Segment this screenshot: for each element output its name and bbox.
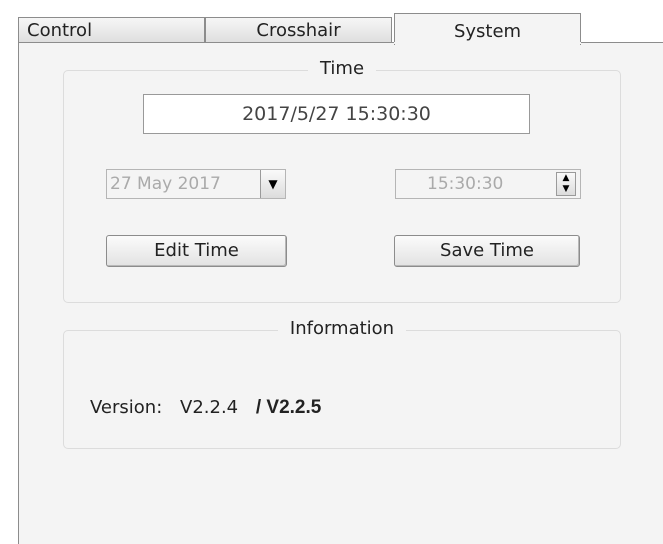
version-label: Version: [90, 397, 163, 418]
time-group-title: Time [64, 58, 620, 79]
time-spinner[interactable]: 15:30:30 ▲ ▼ [395, 169, 581, 199]
active-tab-join [394, 42, 581, 44]
chevron-down-icon[interactable]: ▼ [260, 170, 285, 198]
date-picker[interactable]: 27 May 2017 ▼ [106, 169, 286, 199]
information-group-title-text: Information [277, 318, 407, 339]
tab-bar: Control Crosshair System [0, 0, 663, 45]
time-group-title-text: Time [307, 58, 377, 79]
tab-system[interactable]: System [394, 13, 581, 45]
time-group: Time 2017/5/27 15:30:30 27 May 2017 ▼ 15… [63, 58, 621, 303]
save-time-button[interactable]: Save Time [394, 235, 580, 267]
datetime-display: 2017/5/27 15:30:30 [143, 94, 530, 134]
edit-time-button[interactable]: Edit Time [106, 235, 287, 267]
version-current: V2.2.4 [180, 397, 239, 418]
date-picker-value: 27 May 2017 [110, 174, 221, 194]
information-group: Information Version: V2.2.4 / V2.2.5 [63, 318, 621, 449]
time-spinner-value: 15:30:30 [427, 174, 504, 194]
version-new: / V2.2.5 [255, 397, 322, 418]
system-panel: Time 2017/5/27 15:30:30 27 May 2017 ▼ 15… [18, 42, 663, 544]
tab-control[interactable]: Control [18, 17, 205, 43]
tab-crosshair[interactable]: Crosshair [205, 17, 392, 43]
version-row: Version: V2.2.4 / V2.2.5 [90, 397, 321, 419]
spin-down-icon[interactable]: ▼ [557, 184, 575, 195]
spin-up-icon[interactable]: ▲ [557, 173, 575, 184]
information-group-title: Information [64, 318, 620, 339]
spin-buttons[interactable]: ▲ ▼ [556, 172, 576, 196]
